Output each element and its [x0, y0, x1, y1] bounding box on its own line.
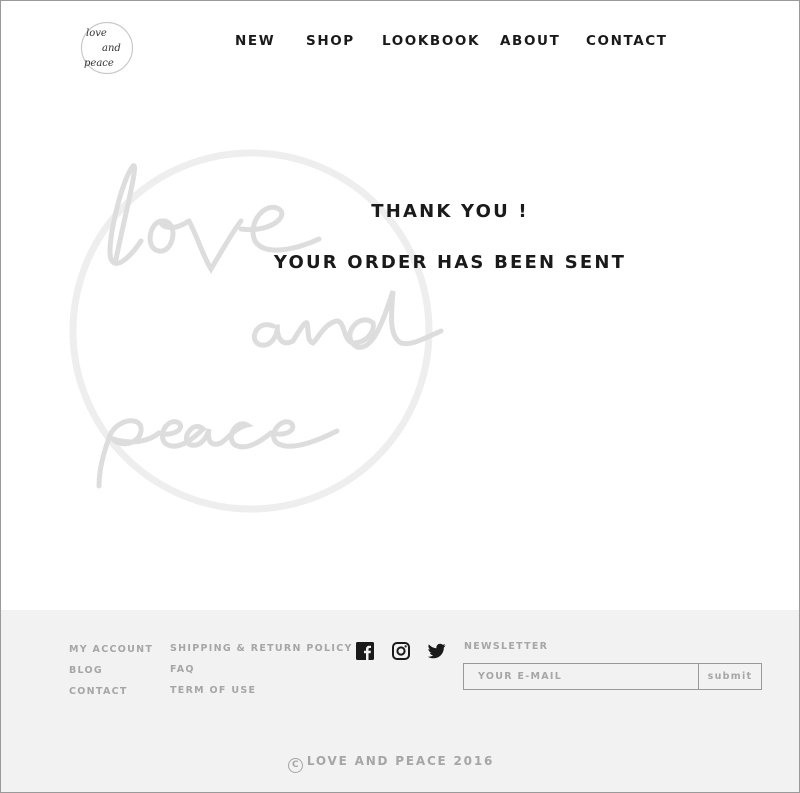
footer-link-term-of-use[interactable]: TERM OF USE — [170, 685, 256, 696]
nav-new[interactable]: NEW — [235, 33, 275, 49]
nav-about[interactable]: ABOUT — [500, 33, 560, 49]
newsletter-email-input[interactable] — [463, 663, 699, 690]
footer-link-my-account[interactable]: MY ACCOUNT — [69, 644, 153, 655]
main-nav: NEW SHOP LOOKBOOK ABOUT CONTACT — [1, 33, 799, 53]
twitter-icon[interactable] — [428, 642, 446, 660]
confirmation-subtitle: YOUR ORDER HAS BEEN SENT — [273, 252, 627, 273]
svg-text:peace: peace — [84, 58, 114, 69]
watermark-logo — [69, 149, 444, 513]
nav-contact[interactable]: CONTACT — [586, 33, 668, 49]
footer-link-blog[interactable]: BLOG — [69, 665, 103, 676]
footer: MY ACCOUNT BLOG CONTACT SHIPPING & RETUR… — [1, 610, 799, 792]
copyright: C LOVE AND PEACE 2016 — [1, 754, 781, 773]
footer-link-shipping-return[interactable]: SHIPPING & RETURN POLICY — [170, 643, 353, 654]
page: love and peace NEW SHOP LOOKBOOK ABOUT C… — [0, 0, 800, 793]
instagram-icon[interactable] — [392, 642, 410, 660]
footer-link-contact[interactable]: CONTACT — [69, 686, 128, 697]
nav-lookbook[interactable]: LOOKBOOK — [382, 33, 480, 49]
confirmation-title: THANK YOU ! — [371, 201, 529, 222]
footer-link-faq[interactable]: FAQ — [170, 664, 195, 675]
newsletter-title: NEWSLETTER — [464, 641, 549, 652]
newsletter-submit-button[interactable]: submit — [698, 663, 762, 690]
facebook-icon[interactable] — [356, 642, 374, 660]
copyright-text: LOVE AND PEACE 2016 — [306, 754, 495, 768]
nav-shop[interactable]: SHOP — [306, 33, 355, 49]
copyright-icon: C — [287, 758, 303, 773]
